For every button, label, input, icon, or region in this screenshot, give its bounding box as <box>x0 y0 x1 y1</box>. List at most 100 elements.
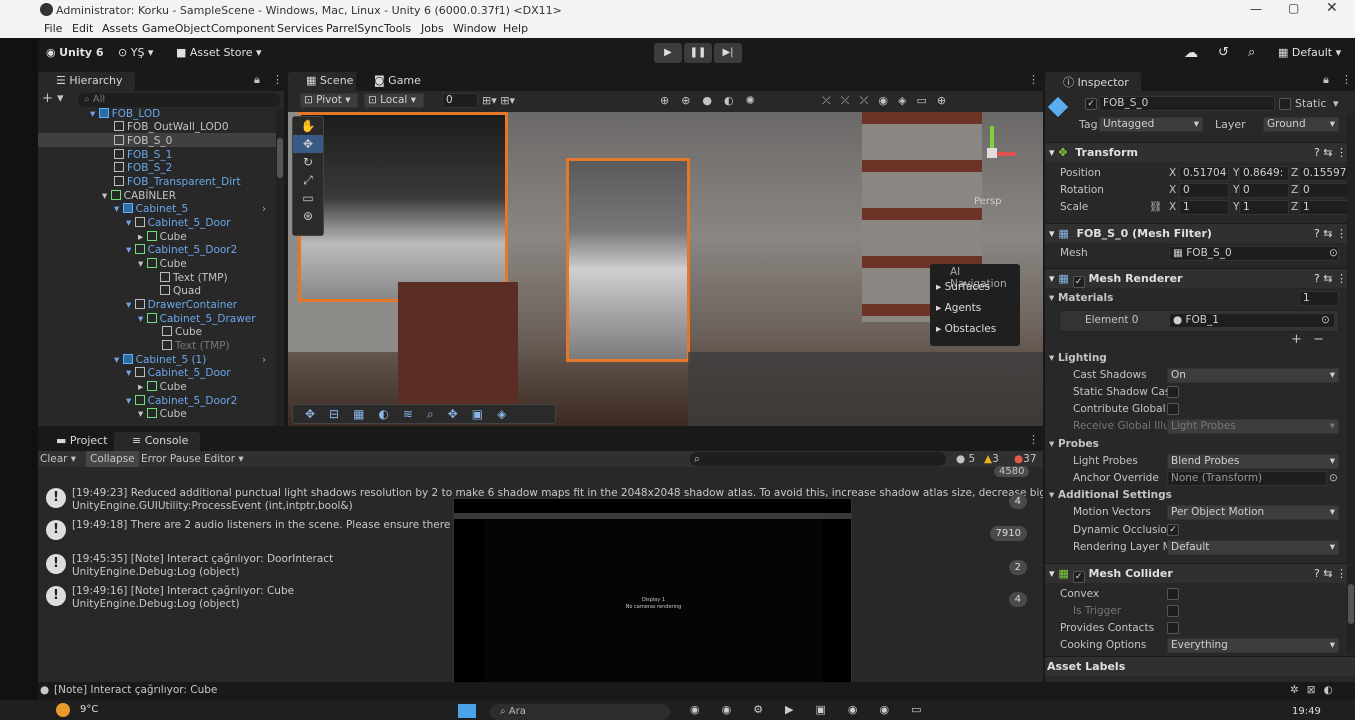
tree-item[interactable]: FOB_OutWall_LOD0 <box>114 120 229 134</box>
element-0-field[interactable]: ● FOB_1 <box>1169 313 1335 328</box>
more-menu-icon[interactable]: ⋮ <box>1341 73 1352 86</box>
draw-mode-icons[interactable]: ⊕⊕●◐✺ <box>660 94 767 107</box>
tree-item[interactable]: ▾ Cube <box>138 407 187 421</box>
lighting-header[interactable]: ▾ Lighting <box>1045 350 1355 367</box>
object-name-field[interactable]: FOB_S_0 <box>1099 96 1275 111</box>
tree-item[interactable]: Quad <box>160 284 201 298</box>
motion-vectors-dropdown[interactable]: Per Object Motion ▾ <box>1167 505 1339 520</box>
gizmo-y-axis[interactable] <box>990 126 994 150</box>
menu-gameobject[interactable]: GameObject <box>142 22 211 35</box>
maximize-icon[interactable]: ▢ <box>1288 1 1299 15</box>
history-icon[interactable]: ↺ <box>1218 43 1229 63</box>
tag-dropdown[interactable]: Untagged ▾ <box>1099 117 1203 132</box>
more-menu-icon[interactable]: ⋮ <box>272 73 283 86</box>
warning-count-toggle[interactable]: ▲3 <box>984 451 999 467</box>
cloud-icon[interactable]: ☁ <box>1184 43 1198 63</box>
error-count-toggle[interactable]: ●37 <box>1014 451 1037 467</box>
tab-console[interactable]: ≡ Console <box>114 432 201 451</box>
scale-z-field[interactable]: 1 <box>1299 200 1349 215</box>
rotation-y-field[interactable]: 0 <box>1239 183 1289 198</box>
tree-item[interactable]: FOB_S_2 <box>114 161 172 175</box>
local-dropdown[interactable]: ⊡ Local ▾ <box>364 93 424 108</box>
add-button[interactable]: + ▾ <box>42 91 64 106</box>
menu-component[interactable]: Component <box>211 22 275 35</box>
windows-start-icon[interactable] <box>458 704 476 718</box>
materials-row[interactable]: ▾ Materials 1 <box>1045 290 1355 307</box>
collapse-button[interactable]: Collapse <box>86 451 139 467</box>
layer-dropdown[interactable]: Ground ▾ <box>1263 117 1339 132</box>
asset-labels-header[interactable]: Asset Labels <box>1045 656 1355 676</box>
scale-x-field[interactable]: 1 <box>1179 200 1229 215</box>
tree-item[interactable]: ▾ Cabinet_5_Drawer <box>138 312 256 326</box>
dynamic-occlusion-checkbox[interactable]: ✓ <box>1167 524 1179 536</box>
transform-header[interactable]: ▾ ✥ Transform? ⇆ ⋮ <box>1045 142 1355 162</box>
gizmo-x-axis[interactable] <box>994 152 1016 156</box>
menu-tools[interactable]: Tools <box>384 22 411 35</box>
asset-store-button[interactable]: ■ Asset Store ▾ <box>176 43 262 63</box>
console-search-input[interactable]: ⌕ <box>690 452 946 466</box>
hand-tool-icon[interactable]: ✋ <box>293 117 323 135</box>
tree-item[interactable]: ▾ Cabinet_5 (1) › <box>114 353 266 367</box>
tree-item[interactable]: ▸ Cube <box>138 380 187 394</box>
layout-dropdown[interactable]: ▦ Default ▾ <box>1278 43 1341 63</box>
tree-item[interactable]: ▾ FOB_LOD <box>90 107 160 121</box>
transform-tool-icon[interactable]: ⊛ <box>293 207 323 225</box>
rect-tool-icon[interactable]: ▭ <box>293 189 323 207</box>
link-icon[interactable]: ⛓ <box>1149 199 1162 216</box>
minimize-icon[interactable]: — <box>1250 2 1262 16</box>
menu-edit[interactable]: Edit <box>72 22 93 35</box>
hierarchy-scrollbar[interactable] <box>276 110 284 426</box>
mesh-filter-header[interactable]: ▾ ▦ FOB_S_0 (Mesh Filter)? ⇆ ⋮ <box>1045 223 1355 243</box>
editor-dropdown[interactable]: Editor ▾ <box>204 451 244 467</box>
tab-project[interactable]: ▬ Project <box>38 432 120 451</box>
materials-count-field[interactable]: 1 <box>1299 291 1339 306</box>
status-right-icons[interactable]: ✲⊠◐ <box>1290 684 1341 696</box>
persp-label[interactable]: Persp <box>974 196 1002 207</box>
component-menu-icons[interactable]: ? ⇆ ⋮ <box>1314 224 1347 244</box>
tab-inspector[interactable]: ⓘ Inspector <box>1045 72 1141 91</box>
component-menu-icons[interactable]: ? ⇆ ⋮ <box>1314 564 1347 584</box>
receive-gi-dropdown[interactable]: Light Probes ▾ <box>1167 419 1339 434</box>
overlay-tool-icons[interactable]: ✥⊟▦◐≋⌕✥▣◈ <box>305 407 520 421</box>
contribute-gi-checkbox[interactable] <box>1167 403 1179 415</box>
cooking-options-dropdown[interactable]: Everything ▾ <box>1167 638 1339 653</box>
tab-scene[interactable]: ▦ Scene <box>288 72 366 91</box>
additional-settings-header[interactable]: ▾ Additional Settings <box>1045 487 1355 504</box>
menu-services[interactable]: Services <box>277 22 323 35</box>
chevron-right-icon[interactable]: › <box>262 353 266 367</box>
convex-checkbox[interactable] <box>1167 588 1179 600</box>
inspector-scrollbar[interactable] <box>1347 114 1355 654</box>
move-tool-icon[interactable]: ✥ <box>293 135 323 153</box>
scene-view-toggles[interactable]: ⤫⤫⤫◉◈▭⊕ <box>822 94 956 108</box>
grid-snap-icon[interactable]: ⊞▾ ⊞▾ <box>482 94 515 107</box>
rendering-layer-dropdown[interactable]: Default ▾ <box>1167 540 1339 555</box>
position-z-field[interactable]: 0.15597 <box>1299 166 1349 181</box>
menu-parrelsync[interactable]: ParrelSync <box>326 22 384 35</box>
tree-item[interactable]: ▾ Cabinet_5 › <box>114 202 266 216</box>
scale-y-field[interactable]: 1 <box>1239 200 1289 215</box>
tree-item[interactable]: ▾ DrawerContainer <box>126 298 237 312</box>
gizmo-cube[interactable] <box>987 148 997 158</box>
error-pause-button[interactable]: Error Pause <box>141 451 201 467</box>
menu-assets[interactable]: Assets <box>102 22 138 35</box>
mesh-field[interactable]: ▦ FOB_S_0 <box>1169 246 1339 261</box>
tree-item[interactable]: FOB_S_1 <box>114 148 172 162</box>
position-y-field[interactable]: 0.8649: <box>1239 166 1289 181</box>
mesh-collider-header[interactable]: ▾ ▦ ✓ Mesh Collider? ⇆ ⋮ <box>1045 563 1355 583</box>
menu-jobs[interactable]: Jobs <box>421 22 444 35</box>
anchor-override-field[interactable]: None (Transform) <box>1167 471 1327 486</box>
pause-button[interactable]: ❚❚ <box>684 43 712 63</box>
pivot-dropdown[interactable]: ⊡ Pivot ▾ <box>300 93 358 108</box>
static-checkbox[interactable] <box>1279 98 1291 110</box>
tree-item[interactable]: FOB_S_0 <box>114 134 172 148</box>
object-picker-icon[interactable]: ⊙ <box>1329 470 1338 487</box>
menu-file[interactable]: File <box>44 22 62 35</box>
chevron-right-icon[interactable]: › <box>262 202 266 216</box>
add-element-button[interactable]: + <box>1291 332 1302 347</box>
mesh-renderer-enabled-checkbox[interactable]: ✓ <box>1072 276 1085 288</box>
probes-header[interactable]: ▾ Probes <box>1045 436 1355 453</box>
is-trigger-checkbox[interactable] <box>1167 605 1179 617</box>
taskbar-search[interactable]: ⌕ Ara <box>490 704 670 720</box>
rotate-tool-icon[interactable]: ↻ <box>293 153 323 171</box>
tree-item[interactable]: Text (TMP) <box>160 271 228 285</box>
